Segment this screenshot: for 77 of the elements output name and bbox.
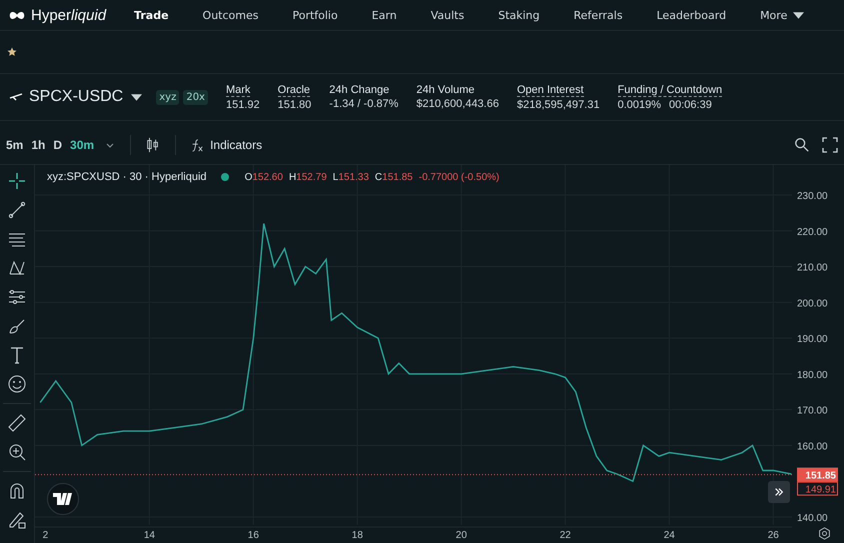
stat-value: 151.92 xyxy=(226,98,260,110)
axis-label: 230.00 xyxy=(797,191,828,202)
ruler-icon[interactable] xyxy=(7,413,27,433)
double-chevron-icon[interactable] xyxy=(774,487,784,497)
nav-link[interactable]: Outcomes xyxy=(202,8,258,22)
nav-link[interactable]: Earn xyxy=(372,8,397,22)
axis-label: 180.00 xyxy=(797,370,828,381)
change-value: -0.77000 (-0.50%) xyxy=(418,172,500,182)
market-symbol[interactable]: SPCX-USDC xyxy=(29,88,124,106)
axis-label: 140.00 xyxy=(797,513,828,524)
axis-label: 22 xyxy=(560,530,571,541)
price-tag: 149.91 xyxy=(797,482,838,496)
stat-value: 0.0019% xyxy=(618,98,662,110)
ohlc-value: O152.60 xyxy=(244,172,283,182)
ohlc-value: H152.79 xyxy=(288,172,327,182)
nav-link[interactable]: Portfolio xyxy=(292,8,338,22)
axis-label: 26 xyxy=(768,530,779,541)
stat-label: Oracle xyxy=(278,84,310,96)
stat-value: 151.80 xyxy=(278,98,312,110)
stat-label: 24h Volume xyxy=(416,84,474,96)
axis-label: 210.00 xyxy=(797,262,828,274)
nav-link[interactable]: Staking xyxy=(498,8,540,22)
axis-label: 24 xyxy=(664,530,675,541)
axis-label: 170.00 xyxy=(797,406,828,417)
ref-line-label: 151.85 xyxy=(805,470,836,482)
logo-badge[interactable] xyxy=(47,483,79,515)
zoom-in-icon[interactable] xyxy=(7,442,27,462)
stat-value: -1.34 / -0.87% xyxy=(329,98,398,110)
star-icon[interactable] xyxy=(7,47,17,57)
axis-label: 16 xyxy=(248,530,259,541)
scroll-right-button[interactable] xyxy=(768,481,790,503)
chevron-down-icon[interactable] xyxy=(106,142,114,148)
stat-label: Mark xyxy=(226,84,250,96)
ohlc-value: L151.33 xyxy=(332,172,369,182)
stat-label: 24h Change xyxy=(329,84,390,96)
function-icon[interactable] xyxy=(190,138,204,152)
nav-link[interactable]: Leaderboard xyxy=(656,8,726,22)
zoom-icon[interactable] xyxy=(794,137,810,153)
stat-value: $210,600,443.66 xyxy=(416,98,499,110)
axis-label: 20 xyxy=(456,530,467,541)
legend-title: xyz:SPCXUSD · 30 · Hyperliquid xyxy=(47,171,207,183)
axis-label: 2 xyxy=(42,530,48,541)
interval-button[interactable]: 5m xyxy=(2,138,28,152)
caret-icon[interactable] xyxy=(131,94,142,100)
crosshair-icon[interactable] xyxy=(7,171,27,191)
nav-link[interactable]: Trade xyxy=(134,8,169,22)
axis-label: 160.00 xyxy=(797,441,828,452)
market-tag: 20x xyxy=(183,90,208,104)
nav-link[interactable]: Vaults xyxy=(430,8,464,22)
axis-label: 18 xyxy=(352,530,363,541)
stat-value: $218,595,497.31 xyxy=(516,98,600,110)
price-tag: 151.85 xyxy=(797,468,838,482)
stat-value: 00:06:39 xyxy=(669,98,712,110)
interval-button[interactable]: D xyxy=(49,138,66,152)
pencil-lock-icon[interactable] xyxy=(7,510,27,530)
status-dot-icon xyxy=(220,173,229,181)
ohlc-value: C151.85 xyxy=(374,172,413,182)
caret-icon[interactable] xyxy=(793,12,804,18)
sliders-icon[interactable] xyxy=(7,287,27,307)
pattern-icon[interactable] xyxy=(7,258,27,278)
indicators-button[interactable]: Indicators xyxy=(184,137,268,153)
nav-link[interactable]: More xyxy=(760,8,804,22)
interval-button[interactable]: 30m xyxy=(66,138,98,152)
stat-label: Open Interest xyxy=(516,84,584,96)
market-tag: xyz xyxy=(156,90,180,104)
fullscreen-icon[interactable] xyxy=(822,137,838,153)
settings-icon[interactable] xyxy=(818,527,831,540)
line-tool-icon[interactable] xyxy=(7,200,27,220)
nav-link[interactable]: Referrals xyxy=(574,8,623,22)
axis-label: 14 xyxy=(144,530,155,541)
axis-label: 190.00 xyxy=(797,334,828,346)
stat-label: Funding / Countdown xyxy=(618,84,722,96)
logo[interactable]: Hyperliquid xyxy=(31,6,106,24)
smiley-icon[interactable] xyxy=(7,374,27,394)
axis-label: 220.00 xyxy=(797,226,828,238)
axis-label: 200.00 xyxy=(797,298,828,310)
interval-button[interactable]: 1h xyxy=(27,138,50,152)
